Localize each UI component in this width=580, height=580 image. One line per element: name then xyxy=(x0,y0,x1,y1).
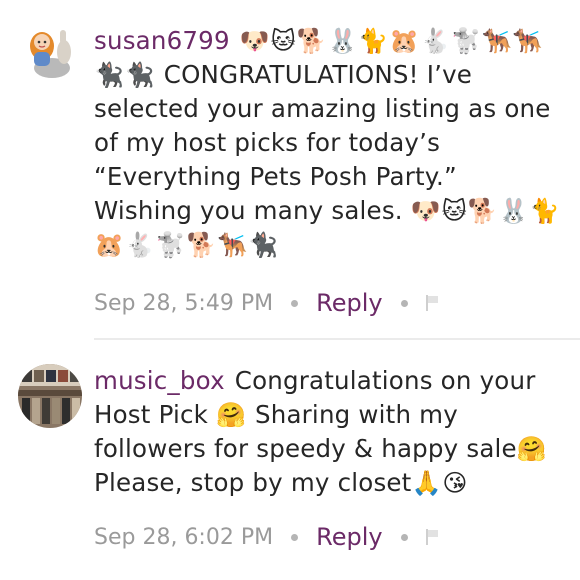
comment-message: Please, stop by my closet xyxy=(94,468,412,497)
separator-dot xyxy=(291,533,299,541)
cartoon-avatar-icon xyxy=(18,18,82,82)
avatar[interactable] xyxy=(18,18,82,82)
separator-dot xyxy=(400,299,408,307)
username-link[interactable]: susan6799 xyxy=(94,26,230,55)
comment-meta: Sep 28, 5:49 PM Reply xyxy=(94,288,440,318)
comment-emoji: 🤗 xyxy=(516,435,548,463)
record-shelf-photo xyxy=(18,364,82,428)
divider xyxy=(94,338,580,340)
reply-button[interactable]: Reply xyxy=(316,523,382,551)
username-link[interactable]: music_box xyxy=(94,366,225,395)
flag-icon[interactable] xyxy=(425,529,440,545)
comment-text: music_box Congratulations on your Host Pi… xyxy=(94,364,562,500)
timestamp: Sep 28, 5:49 PM xyxy=(94,290,274,316)
comment-item: music_box Congratulations on your Host Pi… xyxy=(0,346,580,580)
avatar[interactable] xyxy=(18,364,82,428)
separator-dot xyxy=(291,299,299,307)
timestamp: Sep 28, 6:02 PM xyxy=(94,524,274,550)
comment-text: susan6799 🐶🐱🐕🐰🐈🐹🐇🐩🐕‍🦺🐕‍🦺🐈‍⬛🐈‍⬛ CONGRATULA… xyxy=(94,24,562,262)
comment-emoji: 🙏😘 xyxy=(411,469,469,497)
comment-item: susan6799 🐶🐱🐕🐰🐈🐹🐇🐩🐕‍🦺🐕‍🦺🐈‍⬛🐈‍⬛ CONGRATULA… xyxy=(0,0,580,338)
separator-dot xyxy=(400,533,408,541)
comment-emoji: 🤗 xyxy=(216,401,247,429)
comment-meta: Sep 28, 6:02 PM Reply xyxy=(94,522,440,552)
reply-button[interactable]: Reply xyxy=(316,289,382,317)
flag-icon[interactable] xyxy=(425,295,440,311)
